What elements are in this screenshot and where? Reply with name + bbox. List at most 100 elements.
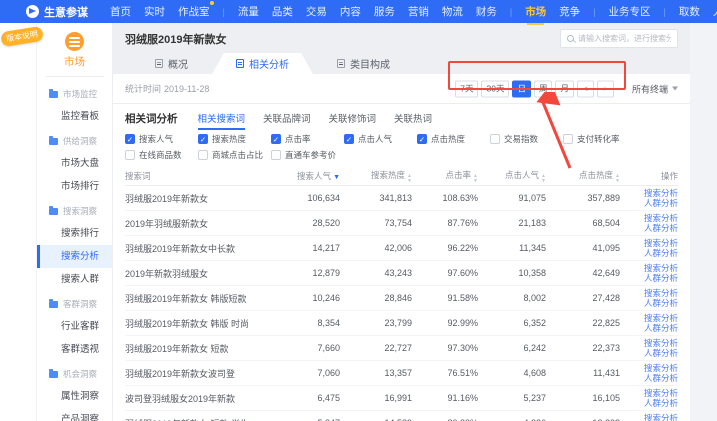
page-tabs: 概况 相关分析 类目构成 — [131, 53, 678, 74]
range-button-30d[interactable]: 30天 — [481, 80, 509, 97]
notification-dot — [210, 1, 214, 5]
sidebar-item-customer-perspective[interactable]: 客群透视 — [37, 338, 112, 361]
audience-analysis-link[interactable]: 人群分析 — [620, 398, 678, 408]
metric-checkbox-ztc-reference-price[interactable]: 直通车参考价 — [271, 149, 344, 161]
metric-checkbox-click-popularity[interactable]: ✓点击人气 — [344, 133, 417, 145]
metric-checkbox-payment-conversion[interactable]: 支付转化率 — [563, 133, 636, 145]
sidebar-product[interactable]: 市场 — [37, 30, 112, 76]
sidebar-item-search-analysis[interactable]: 搜索分析 — [37, 245, 112, 268]
metric-checkbox-online-products[interactable]: 在线商品数 — [125, 149, 198, 161]
nav-item-content[interactable]: 内容 — [340, 1, 361, 22]
sidebar-item-market-ranking[interactable]: 市场排行 — [37, 175, 112, 198]
metric-cell: 5,237 — [478, 393, 546, 403]
metric-checkbox-trade-index[interactable]: 交易指数 — [490, 133, 563, 145]
audience-analysis-link[interactable]: 人群分析 — [620, 273, 678, 283]
audience-analysis-link[interactable]: 人群分析 — [620, 248, 678, 258]
search-analysis-link[interactable]: 搜索分析 — [620, 338, 678, 348]
search-analysis-link[interactable]: 搜索分析 — [620, 188, 678, 198]
audience-analysis-link[interactable]: 人群分析 — [620, 198, 678, 208]
column-header-search-heat[interactable]: 搜索热度▲▼ — [340, 169, 412, 183]
audience-analysis-link[interactable]: 人群分析 — [620, 373, 678, 383]
search-analysis-link[interactable]: 搜索分析 — [620, 413, 678, 421]
nav-item-war-room[interactable]: 作战室 — [178, 1, 210, 22]
nav-item-data-export[interactable]: 取数 — [679, 1, 700, 22]
metric-label: 点击人气 — [358, 133, 392, 145]
table-header-row: 搜索词搜索人气▼搜索热度▲▼点击率▲▼点击人气▲▼点击热度▲▼操作 — [125, 167, 678, 186]
search-analysis-link[interactable]: 搜索分析 — [620, 213, 678, 223]
nav-item-home[interactable]: 首页 — [110, 1, 131, 22]
nav-item-logistics[interactable]: 物流 — [442, 1, 463, 22]
nav-item-trade[interactable]: 交易 — [306, 1, 327, 22]
tab-related-hot-terms[interactable]: 关联热词 — [394, 107, 432, 129]
metric-cell: 7,060 — [268, 368, 340, 378]
granularity-month-button[interactable]: 月 — [555, 80, 574, 97]
sidebar-group-label: 供给洞察 — [63, 135, 97, 147]
audience-analysis-link[interactable]: 人群分析 — [620, 223, 678, 233]
nav-item-competition[interactable]: 竞争 — [559, 1, 580, 22]
tab-related-search-terms[interactable]: 相关搜索词 — [198, 107, 246, 129]
sidebar-item-industry-customers[interactable]: 行业客群 — [37, 315, 112, 338]
terminal-filter-select[interactable]: 所有终端 — [632, 82, 678, 95]
metric-cell: 22,825 — [546, 318, 620, 328]
search-analysis-link[interactable]: 搜索分析 — [620, 363, 678, 373]
tab-category-composition[interactable]: 类目构成 — [313, 53, 414, 74]
column-header-search-popularity[interactable]: 搜索人气▼ — [268, 170, 340, 182]
tab-related-brand-terms[interactable]: 关联品牌词 — [263, 107, 311, 129]
sidebar-item-market-overview[interactable]: 市场大盘 — [37, 152, 112, 175]
table-row: 羽绒服2019年新款女 韩版短款10,24628,84691.58%8,0022… — [125, 286, 678, 311]
audience-analysis-link[interactable]: 人群分析 — [620, 323, 678, 333]
range-button-7d[interactable]: 7天 — [455, 80, 478, 97]
nav-item-marketing[interactable]: 营销 — [408, 1, 429, 22]
column-header-click-heat[interactable]: 点击热度▲▼ — [546, 169, 620, 183]
granularity-week-button[interactable]: 周 — [534, 80, 553, 97]
metric-checkbox-click-heat[interactable]: ✓点击热度 — [417, 133, 490, 145]
sidebar-item-search-ranking[interactable]: 搜索排行 — [37, 222, 112, 245]
metric-cell: 97.60% — [412, 268, 478, 278]
metric-checkbox-mall-click-share[interactable]: 商城点击占比 — [198, 149, 271, 161]
checkbox-icon — [271, 150, 281, 160]
sort-desc-icon[interactable]: ▼ — [333, 174, 340, 181]
tab-overview[interactable]: 概况 — [131, 53, 212, 74]
nav-item-service[interactable]: 服务 — [374, 1, 395, 22]
nav-item-market[interactable]: 市场 — [525, 1, 546, 22]
sidebar-item-attribute-insight[interactable]: 属性洞察 — [37, 385, 112, 408]
document-icon — [337, 59, 345, 68]
metric-checkbox-search-popularity[interactable]: ✓搜索人气 — [125, 133, 198, 145]
nav-item-audience-management[interactable]: 人群管理 — [713, 1, 717, 22]
tab-label: 相关分析 — [249, 56, 289, 71]
analysis-tabs: 相关搜索词关联品牌词关联修饰词关联热词 — [198, 107, 433, 129]
search-analysis-link[interactable]: 搜索分析 — [620, 388, 678, 398]
tab-related-modifier-terms[interactable]: 关联修饰词 — [329, 107, 377, 129]
metric-cell: 27,428 — [546, 293, 620, 303]
search-analysis-link[interactable]: 搜索分析 — [620, 263, 678, 273]
search-analysis-link[interactable]: 搜索分析 — [620, 238, 678, 248]
column-header-click-rate[interactable]: 点击率▲▼ — [412, 169, 478, 183]
nav-item-finance[interactable]: 财务 — [476, 1, 497, 22]
metrics-row-1: ✓搜索人气✓搜索热度✓点击率✓点击人气✓点击热度交易指数支付转化率 — [125, 133, 678, 145]
sidebar-item-search-audience[interactable]: 搜索人群 — [37, 268, 112, 291]
tab-related-analysis[interactable]: 相关分析 — [212, 53, 313, 74]
column-header-click-popularity[interactable]: 点击人气▲▼ — [478, 169, 546, 183]
column-header-actions: 操作 — [620, 170, 678, 182]
nav-item-category[interactable]: 品类 — [272, 1, 293, 22]
page-title: 羽绒服2019年新款女 — [125, 31, 226, 47]
audience-analysis-link[interactable]: 人群分析 — [620, 348, 678, 358]
sidebar-group-label: 搜索洞察 — [63, 205, 97, 217]
metric-checkbox-click-rate[interactable]: ✓点击率 — [271, 133, 344, 145]
nav-item-realtime[interactable]: 实时 — [144, 1, 165, 22]
sidebar-item-product-insight[interactable]: 产品洞察 — [37, 408, 112, 421]
search-input[interactable] — [578, 34, 671, 43]
next-period-button[interactable]: > — [597, 80, 614, 97]
prev-period-button[interactable]: < — [577, 80, 594, 97]
nav-item-traffic[interactable]: 流量 — [238, 1, 259, 22]
granularity-day-button[interactable]: 日 — [512, 80, 531, 97]
logo-icon — [26, 5, 39, 18]
metric-checkbox-search-heat[interactable]: ✓搜索热度 — [198, 133, 271, 145]
audience-analysis-link[interactable]: 人群分析 — [620, 298, 678, 308]
keyword-search-box[interactable] — [560, 29, 678, 48]
search-analysis-link[interactable]: 搜索分析 — [620, 288, 678, 298]
nav-item-business-zone[interactable]: 业务专区 — [609, 1, 651, 22]
actions-cell: 搜索分析人群分析 — [620, 288, 678, 308]
search-analysis-link[interactable]: 搜索分析 — [620, 313, 678, 323]
sidebar-item-monitor-dashboard[interactable]: 监控看板 — [37, 105, 112, 128]
